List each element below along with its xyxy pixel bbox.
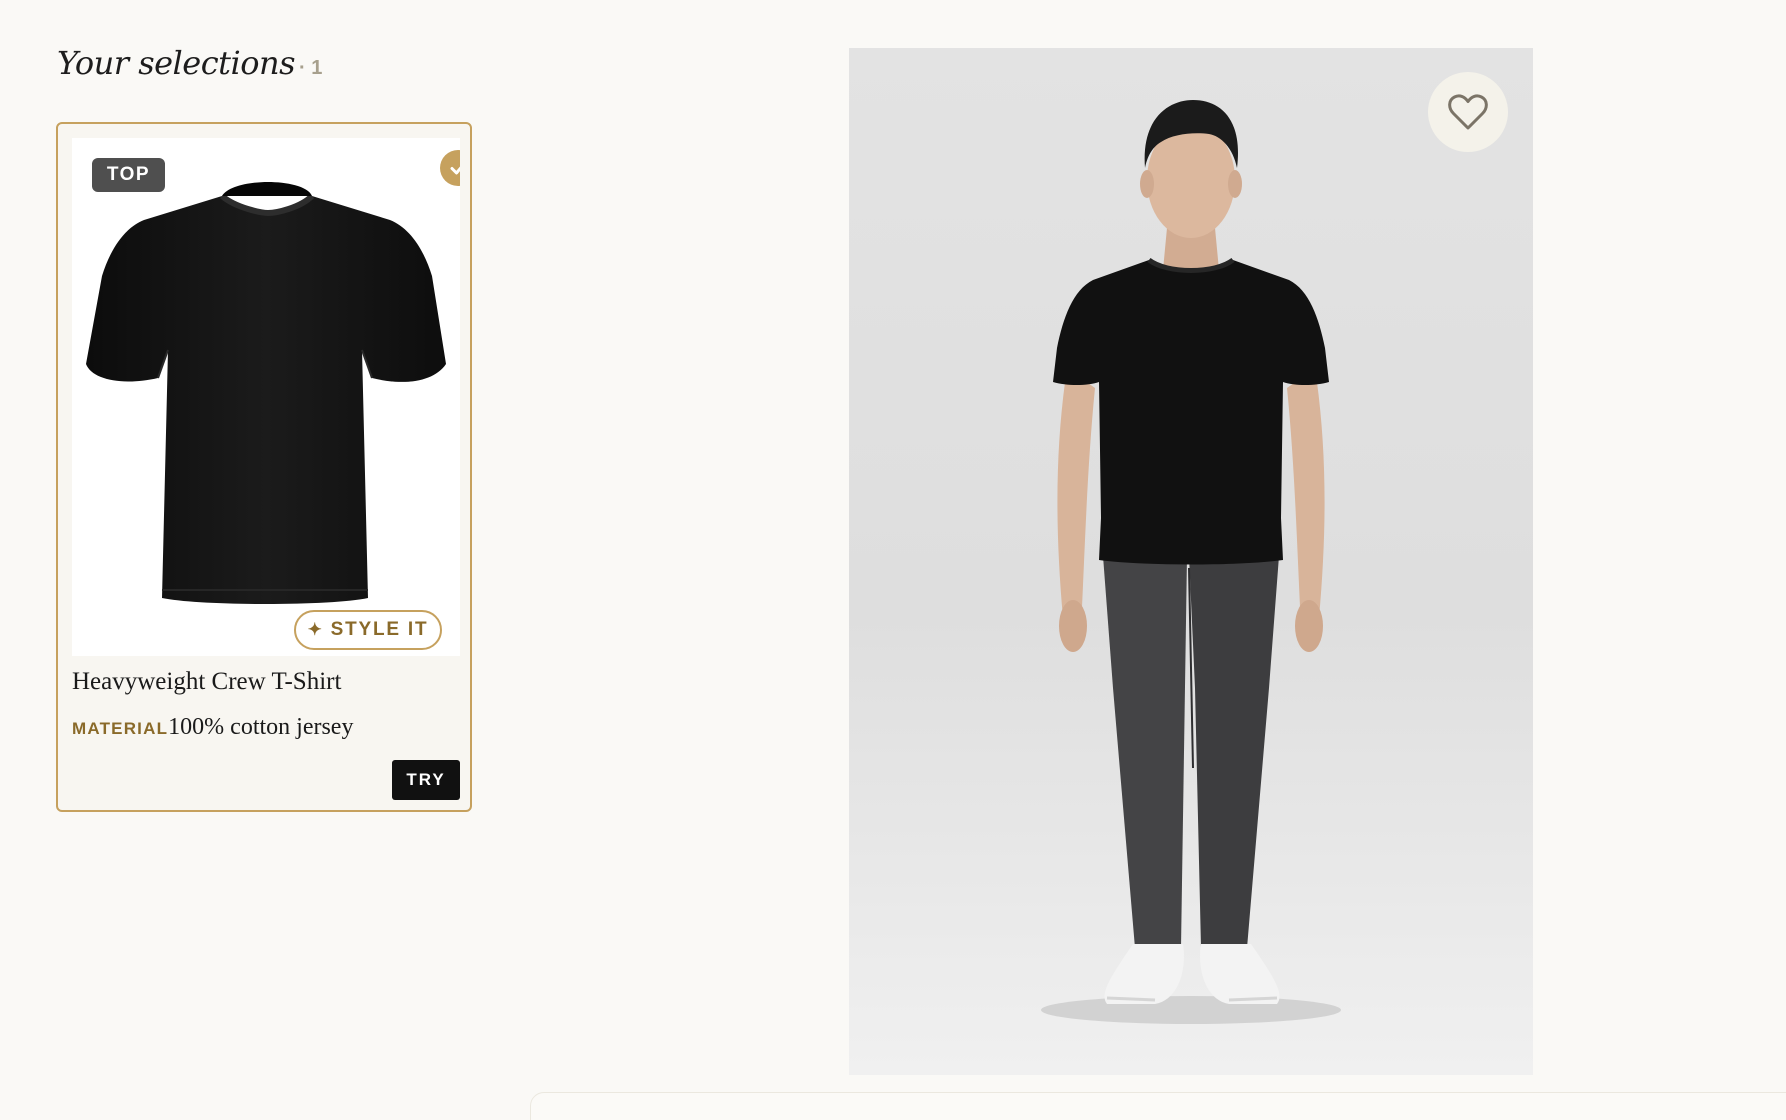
- style-it-label: STYLE IT: [330, 619, 429, 640]
- tshirt-image: [86, 182, 446, 604]
- favorite-button[interactable]: [1428, 72, 1508, 152]
- bottom-panel: [530, 1092, 1786, 1120]
- style-it-button[interactable]: ✦ STYLE IT: [294, 610, 442, 650]
- heart-icon: [1448, 94, 1488, 130]
- checkmark-icon: [450, 166, 460, 175]
- product-image[interactable]: TOP ✦ STYLE IT: [72, 138, 460, 656]
- try-on-preview: [849, 48, 1533, 1075]
- material-value: 100% cotton jersey: [168, 714, 354, 740]
- sparkle-icon: ✦: [307, 620, 324, 639]
- category-badge: TOP: [92, 158, 165, 192]
- selections-heading: Your selections · 1: [57, 44, 322, 82]
- product-material: MATERIAL 100% cotton jersey: [72, 714, 353, 741]
- selections-count: · 1: [299, 57, 323, 79]
- product-name: Heavyweight Crew T-Shirt: [72, 668, 342, 695]
- product-card[interactable]: TOP ✦ STYLE IT Heavyweight Crew T-Shirt …: [56, 122, 472, 812]
- material-label: MATERIAL: [72, 719, 169, 738]
- try-button[interactable]: TRY: [392, 760, 460, 800]
- model-image: [1041, 100, 1341, 1024]
- selections-title: Your selections: [57, 44, 296, 82]
